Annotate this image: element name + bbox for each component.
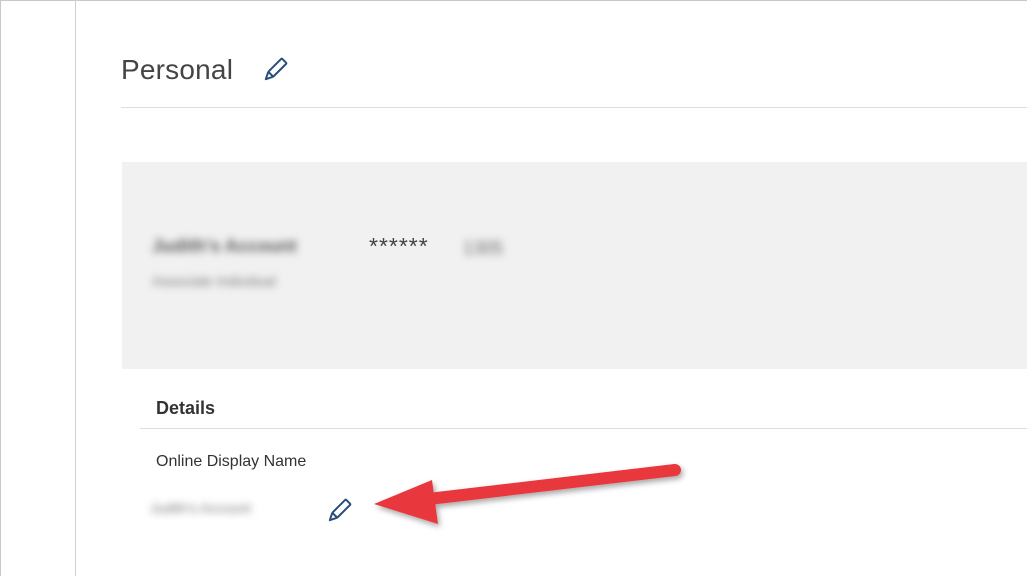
section-header: Personal (121, 50, 291, 90)
section-title: Personal (121, 54, 234, 85)
account-type: Associate Individual (152, 273, 276, 289)
account-card (122, 162, 1027, 369)
display-name-value: Judith's Account (150, 500, 251, 516)
header-divider (121, 107, 1027, 108)
display-name-label: Online Display Name (156, 453, 307, 470)
pencil-icon-graphic (328, 498, 352, 522)
edit-display-name-pencil-icon[interactable] (323, 495, 355, 527)
account-number-suffix: 1305 (463, 238, 504, 258)
account-number-mask: ****** (369, 233, 429, 259)
account-name: Judith's Account (152, 236, 297, 256)
details-divider (140, 428, 1027, 429)
pencil-icon-graphic (264, 57, 288, 81)
pencil-icon[interactable] (259, 54, 291, 86)
annotation-arrow-icon (374, 464, 681, 524)
left-rail (0, 0, 76, 576)
details-heading: Details (156, 398, 216, 418)
